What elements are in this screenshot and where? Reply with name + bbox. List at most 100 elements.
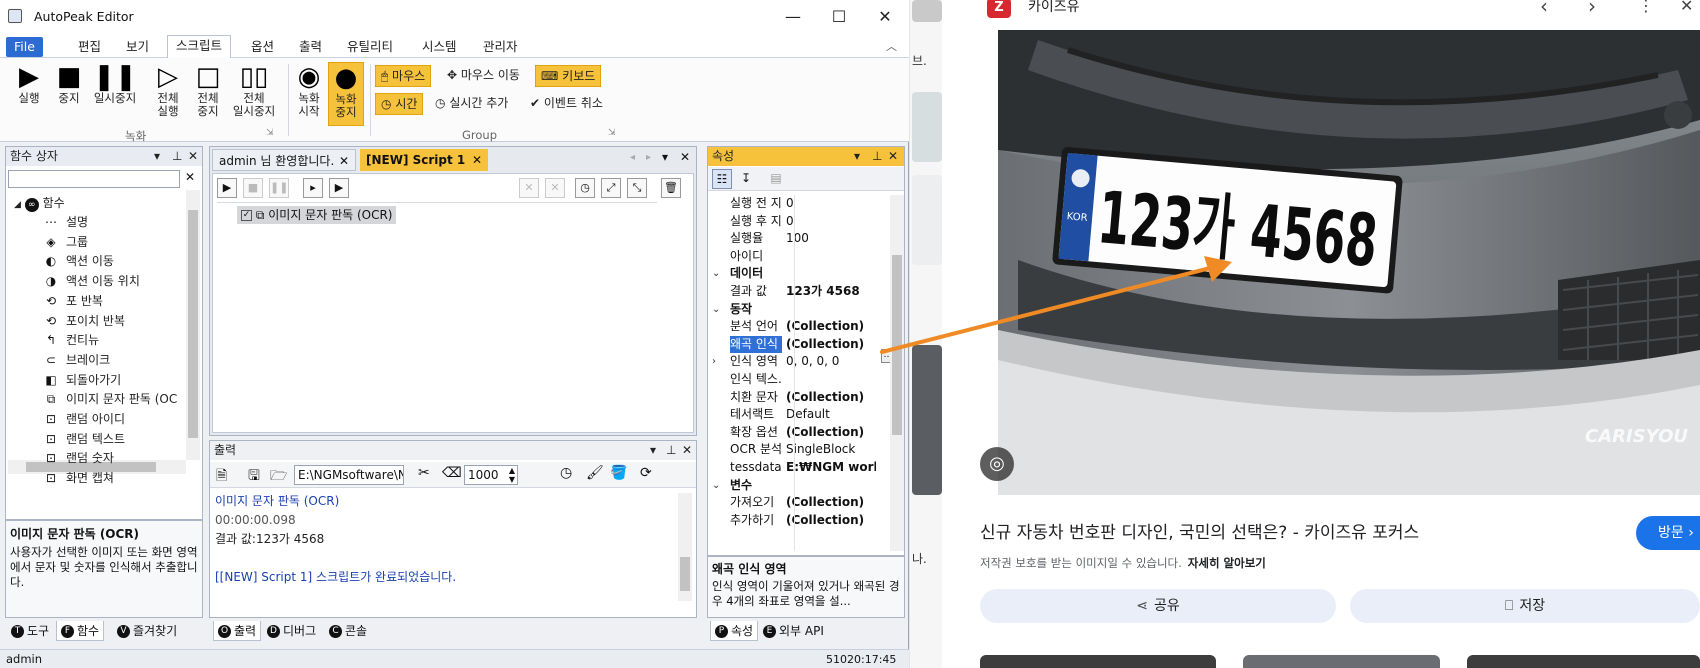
property-row[interactable]: 치환 문자 (Collection) xyxy=(708,389,876,407)
collapse-icon[interactable]: ⌄ xyxy=(712,477,720,494)
property-row[interactable]: 인식 텍스. xyxy=(708,371,876,389)
menu-edit[interactable]: 편집 xyxy=(70,37,109,57)
expand-icon[interactable]: › xyxy=(712,353,716,370)
clock-icon[interactable]: ◷ xyxy=(575,178,595,198)
maximize-button[interactable]: ☐ xyxy=(816,4,862,30)
dropdown-icon[interactable]: ▾ xyxy=(650,441,656,460)
stop-all-button[interactable]: □ 전체 중지 xyxy=(190,62,226,118)
time-toggle[interactable]: ◷ 시간 xyxy=(375,93,424,115)
dialog-launcher-icon[interactable]: ⇲ xyxy=(608,128,616,138)
function-item[interactable]: ⊡ 화면 캡쳐 xyxy=(44,469,114,486)
property-value[interactable]: (Collection) xyxy=(786,389,876,406)
close-icon[interactable]: ✕ xyxy=(1680,0,1693,15)
tab-favorites[interactable]: V 즐겨찾기 xyxy=(114,621,180,641)
close-button[interactable]: ✕ xyxy=(862,4,908,30)
property-value[interactable]: SingleBlock xyxy=(786,441,876,458)
pin-icon[interactable]: ⊥ xyxy=(666,441,676,460)
pause-icon[interactable]: ❚❚ xyxy=(269,178,289,198)
script-node[interactable]: ✓ ⧉ 이미지 문자 판독 (OCR) xyxy=(237,206,397,224)
tab-tools[interactable]: T 도구 xyxy=(8,621,52,641)
step-icon[interactable]: ▸ xyxy=(303,178,323,198)
thumbnail[interactable] xyxy=(912,175,942,265)
run-all-button[interactable]: ▷ 전체 실행 xyxy=(150,62,186,118)
brush-icon[interactable]: 🖌 xyxy=(586,465,604,481)
close-tab-icon[interactable]: ✕ xyxy=(472,149,482,171)
property-value[interactable]: (Collection) xyxy=(786,336,876,353)
paint-bucket-icon[interactable]: 🪣 xyxy=(610,465,627,481)
close-icon[interactable]: ✕ xyxy=(680,150,690,164)
function-item[interactable]: ⟲ 포 반복 xyxy=(44,292,103,309)
property-value[interactable]: E:₩NGM work p xyxy=(786,459,876,476)
tab-script-1[interactable]: [NEW] Script 1 ✕ xyxy=(360,149,488,171)
minimize-button[interactable]: — xyxy=(770,4,816,30)
property-row[interactable]: › 인식 영역 0, 0, 0, 0 xyxy=(708,353,876,371)
folder-icon[interactable]: 🗁 xyxy=(270,465,287,489)
clear-search-icon[interactable]: ✕ xyxy=(185,170,195,184)
mouse-toggle[interactable]: 🖱 마우스 xyxy=(375,65,432,87)
related-thumbnail[interactable] xyxy=(1243,655,1440,668)
record-start-button[interactable]: ◉ 녹화 시작 xyxy=(292,62,326,118)
property-row[interactable]: 실행 전 지 0 xyxy=(708,195,876,213)
line-limit-stepper[interactable]: 1000 ▲ ▼ xyxy=(464,465,518,485)
thumbnail[interactable] xyxy=(912,345,942,495)
mouse-move-toggle[interactable]: ✥ 마우스 이동 xyxy=(442,65,525,87)
more-options-icon[interactable]: ⋮ xyxy=(1638,0,1654,15)
function-item[interactable]: ⟲ 포이치 반복 xyxy=(44,312,125,329)
run-icon[interactable]: ▶ xyxy=(217,178,237,198)
property-row[interactable]: OCR 분석 SingleBlock xyxy=(708,441,876,459)
sort-alpha-icon[interactable]: ↧ xyxy=(736,169,756,189)
record-stop-button[interactable]: ● 녹화 중지 xyxy=(328,62,364,126)
vertical-scrollbar[interactable] xyxy=(890,195,904,551)
function-item[interactable]: ◧ 되돌아가기 xyxy=(44,371,121,388)
close-icon[interactable]: ✕ xyxy=(888,147,898,166)
keyboard-toggle[interactable]: ⌨ 키보드 xyxy=(535,65,602,87)
property-value[interactable]: 0, 0, 0, 0 xyxy=(786,353,876,370)
site-name[interactable]: 카이즈유 xyxy=(1028,0,1080,16)
property-value[interactable]: 123가 4568 xyxy=(786,283,876,300)
property-row[interactable]: 추가하기 (Collection) xyxy=(708,512,876,530)
image-title[interactable]: 신규 자동차 번호판 디자인, 국민의 선택은? - 카이즈유 포커스 xyxy=(980,518,1419,543)
property-row[interactable]: 왜곡 인식 (Collection) xyxy=(708,335,876,354)
collapse-icon[interactable]: ⌄ xyxy=(712,265,720,282)
categorized-icon[interactable]: ☷ xyxy=(712,169,732,189)
thumbnail[interactable] xyxy=(912,0,942,22)
pause-all-button[interactable]: ▯▯ 전체 일시중지 xyxy=(228,62,280,118)
scrollbar-thumb[interactable] xyxy=(892,255,902,435)
related-thumbnail[interactable] xyxy=(1467,655,1700,668)
function-item[interactable]: ◐ 액션 이동 xyxy=(44,252,114,269)
tab-console[interactable]: C 콘솔 xyxy=(326,621,370,641)
delete-all-icon[interactable]: ✕ xyxy=(545,178,565,198)
share-button[interactable]: ⋖ 공유 xyxy=(980,589,1336,623)
scrollbar-thumb[interactable] xyxy=(680,557,690,591)
property-row[interactable]: 가져오기 (Collection) xyxy=(708,494,876,512)
stepper-arrows-icon[interactable]: ▲ ▼ xyxy=(509,466,515,484)
dialog-launcher-icon[interactable]: ⇲ xyxy=(266,128,274,138)
function-item[interactable]: ⊡ 랜덤 텍스트 xyxy=(44,430,125,447)
save-icon[interactable]: 🖫 xyxy=(248,465,260,489)
tab-properties[interactable]: P 속성 xyxy=(710,621,759,641)
scrollbar-thumb[interactable] xyxy=(188,210,198,438)
property-value[interactable]: (Collection) xyxy=(786,424,876,441)
function-item[interactable]: ◑ 액션 이동 위치 xyxy=(44,272,140,289)
property-row[interactable]: 테서랙트 Default xyxy=(708,406,876,424)
dropdown-icon[interactable]: ▾ xyxy=(854,147,860,166)
menu-output[interactable]: 출력 xyxy=(291,37,330,57)
chevron-right-icon[interactable]: › xyxy=(1588,0,1596,18)
function-item[interactable]: ⊡ 랜덤 숫자 xyxy=(44,449,114,466)
menu-options[interactable]: 옵션 xyxy=(243,37,282,57)
tab-welcome[interactable]: admin 님 환영합니다. ✕ xyxy=(212,149,356,171)
menu-view[interactable]: 보기 xyxy=(118,37,157,57)
function-item[interactable]: ⋯ 설명 xyxy=(44,213,88,230)
property-value[interactable]: 0 xyxy=(786,213,876,230)
menu-file[interactable]: File xyxy=(6,37,43,57)
filter-icon[interactable]: ✂ xyxy=(418,465,430,481)
function-item[interactable]: ⊂ 브레이크 xyxy=(44,351,110,368)
property-row[interactable]: 분석 언어 (Collection) xyxy=(708,318,876,336)
visit-button[interactable]: 방문 › xyxy=(1636,516,1700,550)
tab-functions[interactable]: F 함수 xyxy=(56,621,105,641)
property-row[interactable]: 아이디 xyxy=(708,248,876,266)
expand-icon[interactable]: ◢ xyxy=(14,200,21,210)
property-pages-icon[interactable]: ▤ xyxy=(766,169,786,189)
trash-icon[interactable]: 🗑 xyxy=(661,178,681,198)
pin-icon[interactable]: ⊥ xyxy=(872,147,882,166)
